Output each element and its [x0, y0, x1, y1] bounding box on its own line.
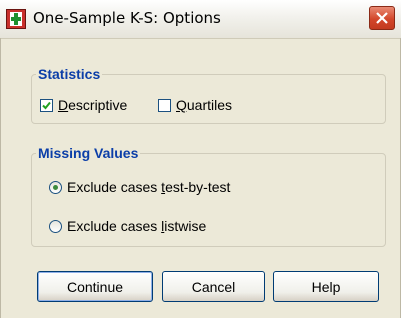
quartiles-label: Quartiles [176, 97, 233, 113]
exclude-test-by-test-radio-button[interactable] [49, 180, 62, 194]
dialog-title: One-Sample K-S: Options [33, 9, 221, 27]
radio-selected-dot [53, 184, 58, 190]
exclude-listwise-label: Exclude cases listwise [67, 218, 207, 234]
title-bar[interactable]: One-Sample K-S: Options [0, 0, 401, 39]
descriptive-checkbox-box[interactable] [40, 98, 53, 112]
exclude-listwise-radio[interactable]: Exclude cases listwise [49, 218, 206, 234]
exclude-test-by-test-radio[interactable]: Exclude cases test-by-test [49, 179, 230, 195]
close-button[interactable] [369, 6, 395, 30]
check-icon [42, 101, 51, 109]
spss-dialog-icon [6, 9, 26, 29]
exclude-test-by-test-label: Exclude cases test-by-test [67, 179, 231, 195]
continue-button[interactable]: Continue [37, 271, 153, 302]
exclude-listwise-radio-button[interactable] [49, 219, 62, 233]
close-icon [376, 12, 388, 24]
window-left-edge [0, 38, 1, 318]
descriptive-label: Descriptive [58, 97, 128, 113]
quartiles-checkbox-box[interactable] [158, 98, 171, 112]
statistics-group: Statistics [31, 66, 386, 124]
missing-values-legend: Missing Values [38, 145, 139, 161]
quartiles-checkbox[interactable]: Quartiles [158, 97, 232, 113]
statistics-legend: Statistics [38, 66, 101, 82]
help-button[interactable]: Help [273, 271, 379, 302]
cancel-button[interactable]: Cancel [162, 271, 265, 302]
descriptive-checkbox[interactable]: Descriptive [40, 97, 127, 113]
